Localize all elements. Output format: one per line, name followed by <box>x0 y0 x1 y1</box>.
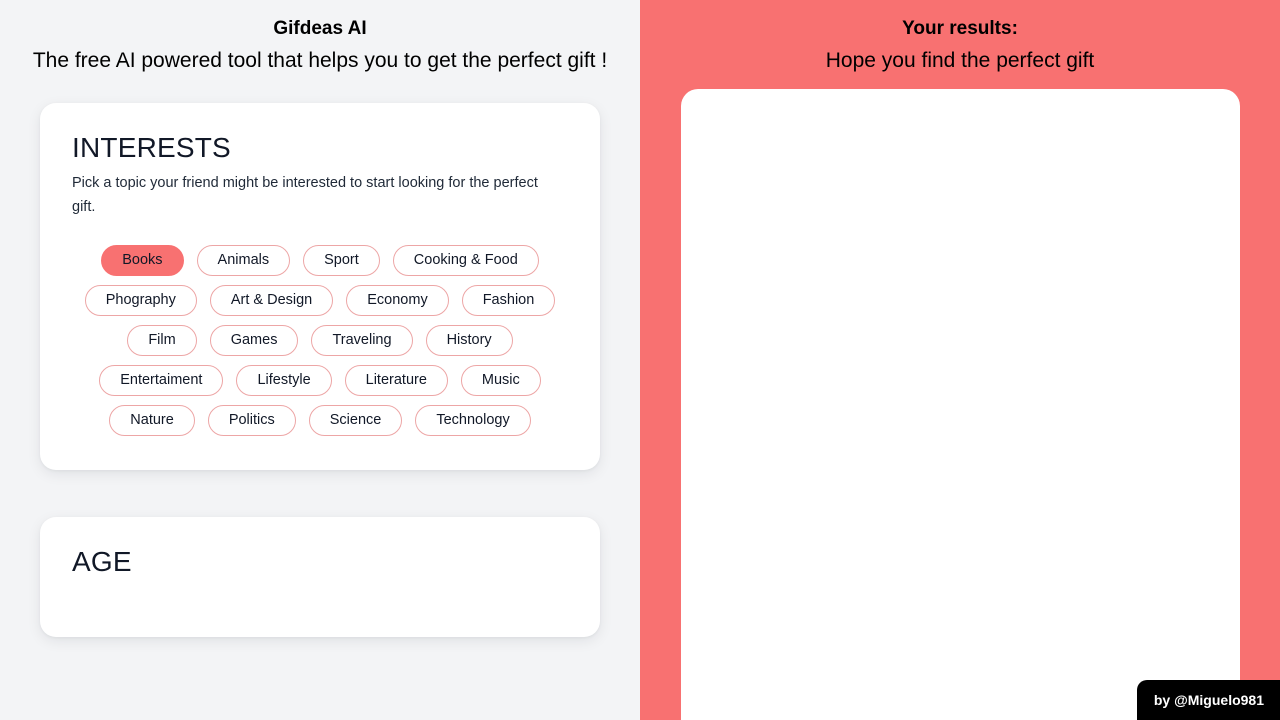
results-panel: Your results: Hope you find the perfect … <box>640 0 1280 720</box>
interest-chip[interactable]: Games <box>209 325 299 356</box>
interest-chip[interactable]: History <box>425 325 513 356</box>
interest-chip[interactable]: Nature <box>109 405 195 436</box>
interest-chip[interactable]: Art & Design <box>209 285 334 316</box>
interest-chip[interactable]: Entertaiment <box>99 365 224 396</box>
results-title: Your results: <box>902 18 1018 39</box>
author-credit-badge[interactable]: by @Miguelo981 <box>1136 680 1280 720</box>
interest-chip[interactable]: Lifestyle <box>236 365 332 396</box>
results-subtitle: Hope you find the perfect gift <box>825 49 1095 72</box>
interests-card-title: INTERESTS <box>72 132 231 163</box>
results-header: Your results: Hope you find the perfect … <box>640 0 1280 77</box>
interest-chip[interactable]: Phography <box>84 285 197 316</box>
interest-chip[interactable]: Books <box>101 245 184 276</box>
form-cards-container: INTERESTS Pick a topic your friend might… <box>0 77 640 637</box>
interest-chip[interactable]: Technology <box>415 405 531 436</box>
age-card-title: AGE <box>72 546 132 577</box>
interest-chip[interactable]: Animals <box>196 245 291 276</box>
interest-chip[interactable]: Politics <box>207 405 296 436</box>
form-panel: Gifdeas AI The free AI powered tool that… <box>0 0 640 720</box>
interest-chip[interactable]: Economy <box>346 285 449 316</box>
interest-chip[interactable]: Film <box>127 325 197 356</box>
interest-chip[interactable]: Traveling <box>311 325 413 356</box>
interest-chip[interactable]: Music <box>460 365 541 396</box>
app-subtitle: The free AI powered tool that helps you … <box>32 49 608 72</box>
app-title: Gifdeas AI <box>273 18 367 39</box>
interest-chip[interactable]: Cooking & Food <box>392 245 539 276</box>
interests-card: INTERESTS Pick a topic your friend might… <box>40 103 600 470</box>
interest-chip-group: Books Animals Sport Cooking & Food Phography… <box>72 245 568 436</box>
interest-chip[interactable]: Literature <box>344 365 448 396</box>
brand-header: Gifdeas AI The free AI powered tool that… <box>0 0 640 77</box>
results-output-area <box>681 89 1240 720</box>
interests-card-description: Pick a topic your friend might be intere… <box>72 175 538 215</box>
interest-chip[interactable]: Science <box>308 405 403 436</box>
app-root: Gifdeas AI The free AI powered tool that… <box>0 0 1280 720</box>
age-card: AGE <box>40 517 600 637</box>
interest-chip[interactable]: Fashion <box>461 285 556 316</box>
interest-chip[interactable]: Sport <box>303 245 380 276</box>
